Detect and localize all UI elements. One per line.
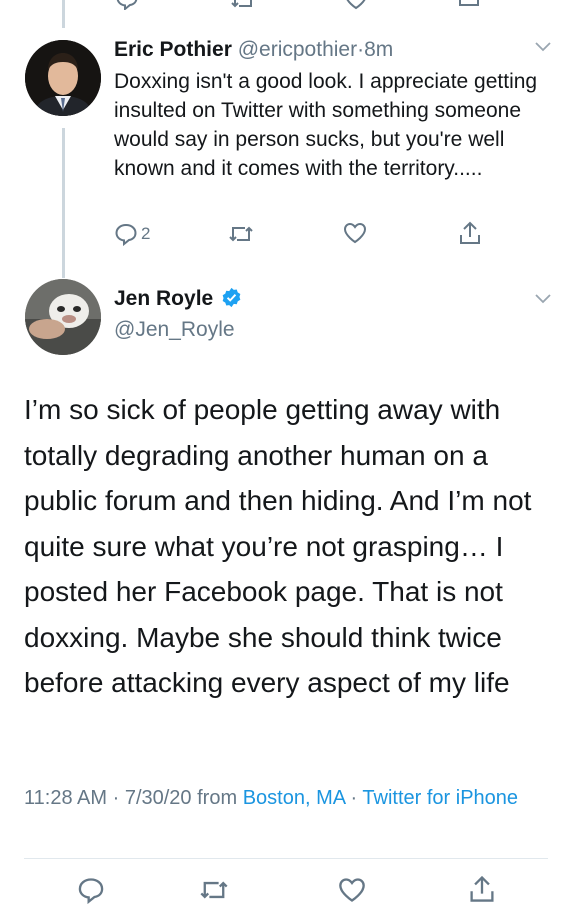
tweet-timestamp[interactable]: 11:28 AM <box>24 787 107 809</box>
share-icon[interactable] <box>457 0 481 8</box>
like-icon[interactable] <box>343 222 367 244</box>
chevron-down-icon[interactable] <box>535 294 551 304</box>
retweet-icon[interactable] <box>228 224 254 244</box>
reply-icon[interactable] <box>115 0 139 10</box>
reply-tweet-text: Doxxing isn't a good look. I appreciate … <box>114 70 538 180</box>
like-icon[interactable] <box>344 0 368 10</box>
reply-count: 2 <box>141 224 151 243</box>
chevron-down-icon[interactable] <box>535 42 551 52</box>
reply-icon[interactable] <box>77 876 105 904</box>
avatar-jen-royle[interactable] <box>25 279 101 355</box>
location-link[interactable]: Boston, MA <box>243 787 345 809</box>
display-name[interactable]: Eric Pothier <box>114 38 232 61</box>
dot-separator: · <box>112 787 120 809</box>
verified-badge-icon <box>221 287 242 308</box>
handle[interactable]: @Jen_Royle <box>114 318 235 342</box>
reply-icon[interactable] <box>114 222 138 246</box>
main-tweet-text: I’m so sick of people getting away with … <box>24 394 532 698</box>
tweet-meta: 11:28 AM · 7/30/20 from Boston, MA · Twi… <box>24 783 544 813</box>
share-icon[interactable] <box>458 220 482 246</box>
display-name[interactable]: Jen Royle <box>114 287 213 310</box>
tweet-date[interactable]: 7/30/20 <box>125 787 192 809</box>
retweet-icon[interactable] <box>199 878 229 902</box>
handle[interactable]: @ericpothier <box>238 38 357 61</box>
main-tweet-header: Jen Royle <box>114 287 242 311</box>
divider <box>24 858 548 859</box>
retweet-icon[interactable] <box>230 0 256 10</box>
tweet-time[interactable]: 8m <box>364 38 393 61</box>
from-label: from <box>197 787 238 809</box>
like-icon[interactable] <box>338 877 366 903</box>
thread-line-middle <box>62 128 65 278</box>
thread-line-top <box>62 0 65 28</box>
avatar-eric-pothier[interactable] <box>25 40 101 116</box>
dot-separator: · <box>350 787 358 809</box>
source-link[interactable]: Twitter for iPhone <box>362 787 518 809</box>
reply-tweet-header: Eric Pothier @ericpothier·8m <box>114 36 393 64</box>
share-icon[interactable] <box>468 874 496 904</box>
